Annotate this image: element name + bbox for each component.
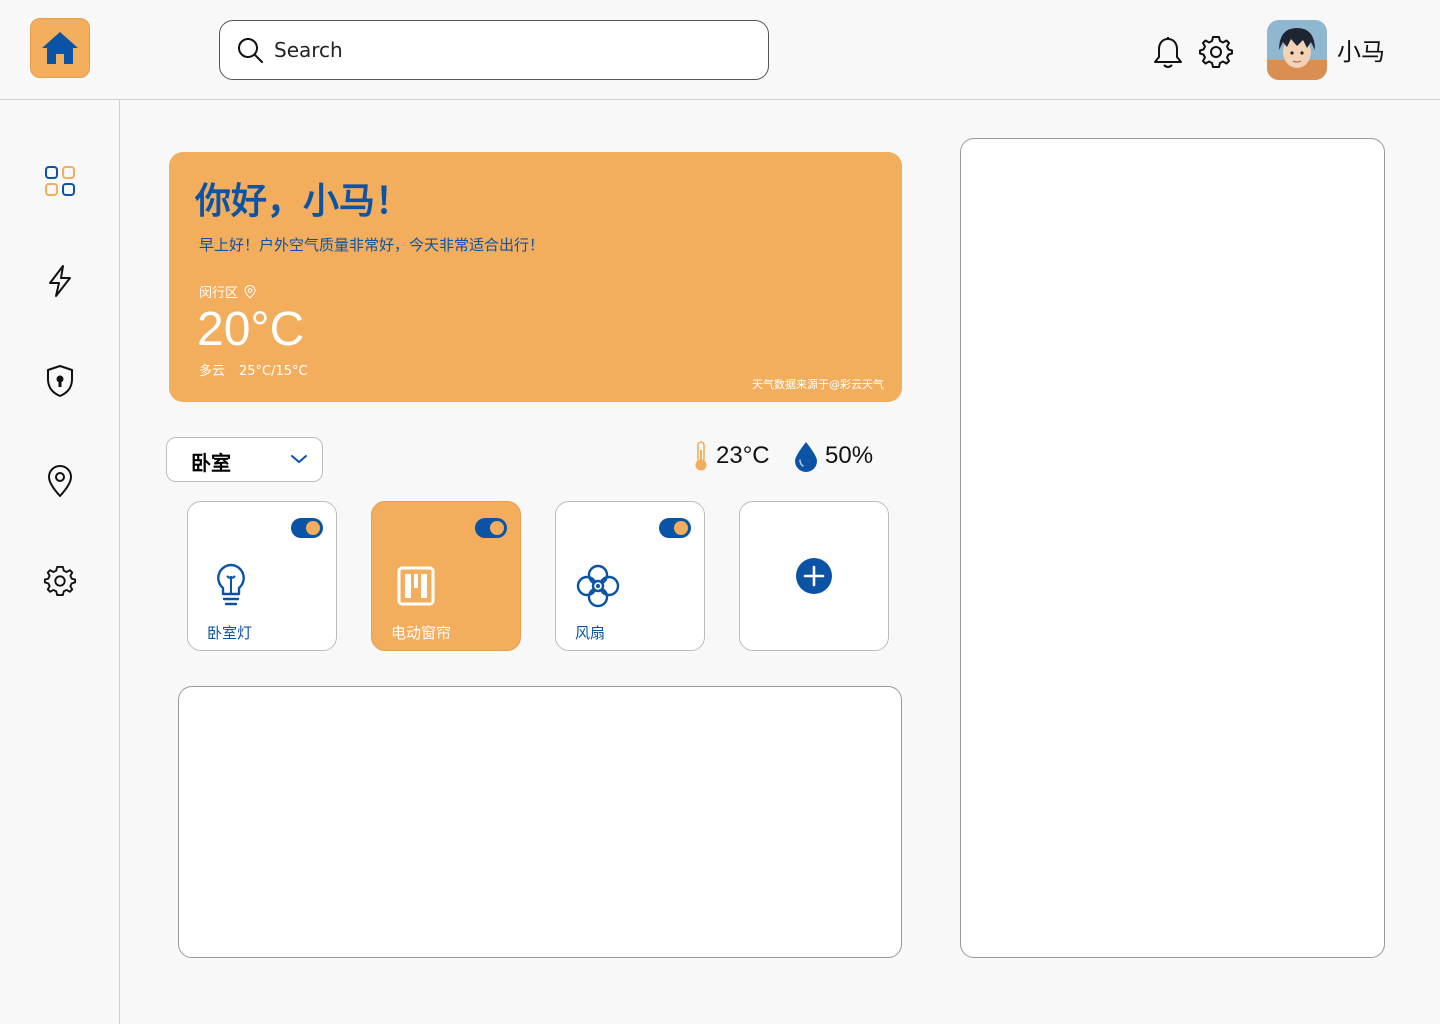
device-label: 电动窗帘 <box>391 624 452 642</box>
bell-icon <box>1154 37 1182 68</box>
location-pin-icon <box>48 465 72 497</box>
room-temperature-value: 23°C <box>716 442 770 469</box>
weather-condition: 多云 <box>199 364 226 379</box>
device-card-fan[interactable]: 风扇 <box>555 501 705 651</box>
room-humidity: 50% <box>793 440 873 472</box>
bottom-panel <box>178 686 902 958</box>
temperature-range: 25°C/15°C <box>239 364 308 379</box>
device-label: 卧室灯 <box>207 624 253 642</box>
device-label: 风扇 <box>575 624 606 642</box>
sidebar-item-location[interactable] <box>40 461 80 501</box>
weather-location: 闵行区 <box>199 282 256 301</box>
sidebar-item-energy[interactable] <box>40 261 80 301</box>
water-drop-icon <box>795 442 817 472</box>
settings-button[interactable] <box>1199 35 1233 69</box>
location-pin-icon <box>244 284 256 299</box>
bulb-icon <box>217 563 245 606</box>
home-icon <box>42 32 78 64</box>
dashboard-icon <box>45 166 75 196</box>
username: 小马 <box>1337 38 1385 66</box>
sidebar-divider <box>119 100 120 1024</box>
gear-icon <box>1199 36 1233 68</box>
sidebar-item-security[interactable] <box>40 361 80 401</box>
search-bar[interactable] <box>219 20 769 80</box>
home-logo-button[interactable] <box>30 18 90 78</box>
room-select-value: 卧室 <box>191 451 231 475</box>
outdoor-temperature: 20°C <box>197 303 305 356</box>
notification-button[interactable] <box>1152 36 1184 70</box>
search-input[interactable] <box>272 37 736 63</box>
thermometer-icon <box>695 441 707 471</box>
avatar-image <box>1267 20 1327 80</box>
fan-icon <box>576 564 620 608</box>
lightning-icon <box>49 265 71 297</box>
shield-icon <box>47 365 73 397</box>
device-toggle[interactable] <box>475 518 507 538</box>
device-toggle[interactable] <box>659 518 691 538</box>
greeting-message: 早上好！户外空气质量非常好，今天非常适合出行！ <box>199 236 545 254</box>
weather-source: 天气数据来源于@彩云天气 <box>752 378 884 391</box>
right-panel <box>960 138 1385 958</box>
device-card-light[interactable]: 卧室灯 <box>187 501 337 651</box>
location-label: 闵行区 <box>199 286 239 301</box>
add-icon[interactable] <box>795 557 833 595</box>
add-device-card[interactable] <box>739 501 889 651</box>
curtain-icon <box>397 566 435 606</box>
sidebar-item-dashboard[interactable] <box>40 161 80 201</box>
device-toggle[interactable] <box>291 518 323 538</box>
weather-details: 多云 25°C/15°C <box>199 360 322 379</box>
sidebar-item-settings[interactable] <box>40 561 80 601</box>
greeting-title: 你好，小马！ <box>195 181 412 222</box>
chevron-down-icon[interactable] <box>290 452 308 466</box>
avatar[interactable] <box>1267 20 1327 80</box>
device-card-curtain[interactable]: 电动窗帘 <box>371 501 521 651</box>
header-divider <box>0 99 1440 100</box>
room-humidity-value: 50% <box>825 442 874 469</box>
gear-icon <box>44 565 76 597</box>
room-temperature: 23°C <box>692 440 770 472</box>
search-icon <box>238 38 263 63</box>
